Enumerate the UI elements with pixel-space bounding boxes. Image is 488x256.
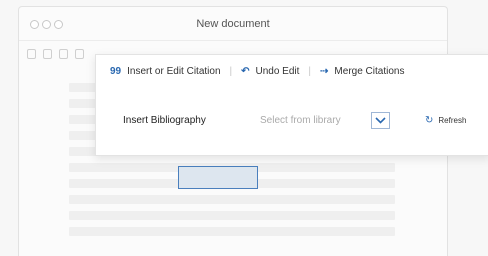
undo-icon: ↶	[241, 66, 250, 77]
insert-bibliography-button[interactable]: Insert Bibliography	[123, 115, 206, 126]
toolbar-divider: |	[229, 66, 233, 77]
text-line-placeholder	[69, 211, 395, 220]
quote-icon: 99	[110, 66, 122, 77]
citation-plugin-panel: 99 Insert or Edit Citation | ↶ Undo Edit…	[95, 54, 488, 156]
library-select[interactable]: Select from library	[260, 115, 341, 126]
bibliography-row: Insert Bibliography Select from library …	[123, 112, 488, 132]
merge-citations-button[interactable]: Merge Citations	[334, 66, 404, 77]
window-title: New document	[196, 18, 270, 30]
delete-icon[interactable]	[75, 49, 84, 59]
edit-icon[interactable]	[59, 49, 68, 59]
undo-edit-button[interactable]: Undo Edit	[256, 66, 300, 77]
document-icon[interactable]	[27, 49, 36, 59]
chevron-down-icon	[375, 117, 386, 124]
merge-icon: ⇢	[320, 66, 329, 77]
library-dropdown-button[interactable]	[371, 112, 390, 129]
toolbar-divider: |	[308, 66, 312, 77]
citation-toolbar: 99 Insert or Edit Citation | ↶ Undo Edit…	[110, 66, 404, 77]
refresh-icon: ↻	[425, 115, 434, 126]
insert-edit-citation-button[interactable]: Insert or Edit Citation	[127, 66, 220, 77]
text-line-placeholder	[69, 227, 395, 236]
title-bar: New document	[19, 7, 447, 41]
citation-placeholder-selection[interactable]	[178, 166, 258, 189]
text-line-placeholder	[69, 195, 395, 204]
editor-toolbar	[27, 49, 91, 59]
refresh-button[interactable]: ↻ Refresh	[425, 115, 466, 126]
refresh-label: Refresh	[438, 116, 467, 125]
print-icon[interactable]	[43, 49, 52, 59]
